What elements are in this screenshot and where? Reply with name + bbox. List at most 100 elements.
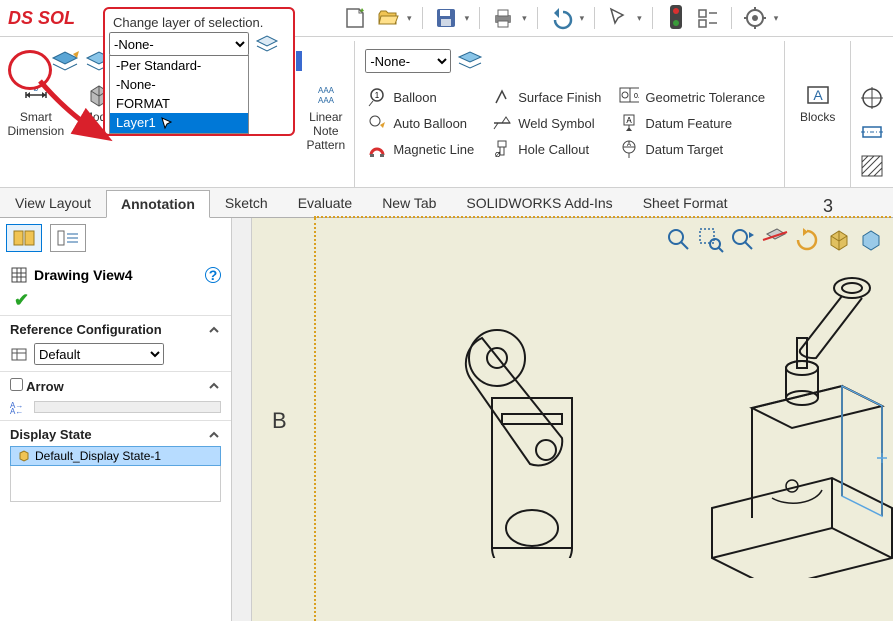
print-button[interactable]: [490, 5, 516, 31]
collapse-icon[interactable]: [207, 428, 221, 442]
ribbon-tabstrip: View Layout Annotation Sketch Evaluate N…: [0, 188, 893, 218]
svg-text:ø: ø: [33, 84, 38, 93]
weld-symbol-button[interactable]: Weld Symbol: [488, 111, 605, 135]
layer-move-icon[interactable]: [255, 34, 279, 54]
drawing-canvas[interactable]: B: [252, 218, 893, 621]
svg-text:AAA: AAA: [318, 86, 335, 95]
layer-select[interactable]: -None-: [109, 32, 249, 56]
zoom-prev-icon[interactable]: [729, 226, 757, 254]
centermark-icon[interactable]: [859, 85, 885, 111]
select-button[interactable]: [605, 5, 631, 31]
layer-item-format[interactable]: FORMAT: [110, 94, 248, 113]
zoom-area-icon[interactable]: [697, 226, 725, 254]
display-mode-icon[interactable]: [825, 226, 853, 254]
ribbon-col-datum: 0.3Geometric Tolerance ADatum Feature AD…: [615, 85, 769, 161]
centerline-icon[interactable]: [859, 119, 885, 145]
svg-text:0.3: 0.3: [634, 93, 639, 100]
layer-top-select[interactable]: -None-: [365, 49, 451, 73]
view-toolbar: [665, 226, 885, 254]
pm-tab-main[interactable]: [6, 224, 42, 252]
tab-sketch[interactable]: Sketch: [210, 189, 283, 217]
undo-button[interactable]: [548, 5, 574, 31]
layer-item-layer1[interactable]: Layer1: [110, 113, 248, 133]
config-select[interactable]: Default: [34, 343, 164, 365]
linear-note-pattern-button[interactable]: AAAAAA LinearNotePattern: [301, 79, 351, 154]
side-scrollbar[interactable]: [232, 218, 252, 621]
blocks-button[interactable]: A Blocks: [793, 79, 843, 127]
help-icon[interactable]: ?: [205, 267, 221, 283]
open-button[interactable]: [375, 5, 401, 31]
arrow-checkbox[interactable]: [10, 378, 23, 391]
smart-dimension-button[interactable]: ø SmartDimension: [3, 79, 68, 141]
pm-arrow: Arrow A→A←: [0, 371, 231, 420]
pm-tab-list[interactable]: [50, 224, 86, 252]
surface-finish-button[interactable]: Surface Finish: [488, 85, 605, 109]
app-logo: DS SOL: [8, 8, 75, 29]
collapse-icon[interactable]: [207, 323, 221, 337]
tab-annotation[interactable]: Annotation: [106, 190, 210, 218]
geometric-tolerance-button[interactable]: 0.3Geometric Tolerance: [615, 85, 769, 109]
datum-target-button[interactable]: ADatum Target: [615, 137, 769, 161]
hole-callout-button[interactable]: ØHole Callout: [488, 137, 605, 161]
arrow-header: Arrow: [26, 379, 64, 394]
hatch-icon[interactable]: [859, 153, 885, 179]
traffic-icon[interactable]: [663, 5, 689, 31]
svg-text:AAA: AAA: [318, 96, 335, 105]
display-state-icon: [17, 449, 31, 463]
arrow-dir-icon: A→A←: [10, 400, 28, 414]
display-state-list[interactable]: [10, 466, 221, 502]
collapse-icon[interactable]: [207, 379, 221, 393]
blocks-label: Blocks: [800, 111, 835, 125]
content-area: Drawing View4 ? ✔ Reference Configuratio…: [0, 218, 893, 621]
svg-text:A: A: [627, 116, 633, 125]
property-manager: Drawing View4 ? ✔ Reference Configuratio…: [0, 218, 232, 621]
auto-balloon-button[interactable]: Auto Balloon: [363, 111, 478, 135]
ribbon-group-misc: [851, 41, 893, 187]
rotate-view-icon[interactable]: [793, 226, 821, 254]
save-button[interactable]: [433, 5, 459, 31]
ribbon-group-annotations: -None- 1Balloon Auto Balloon Magnetic Li…: [355, 41, 785, 187]
layer-select-list: -Per Standard- -None- FORMAT Layer1: [109, 55, 249, 134]
shaded-icon[interactable]: [857, 226, 885, 254]
layer-item-per-standard[interactable]: -Per Standard-: [110, 56, 248, 75]
quick-access-toolbar: ▾ ▾ ▾ ▾ ▾ ▾: [343, 5, 778, 31]
arrow-input[interactable]: [34, 401, 221, 413]
sheet-border-left: [314, 218, 316, 621]
tab-evaluate[interactable]: Evaluate: [283, 189, 367, 217]
options-button[interactable]: [695, 5, 721, 31]
layer-stack-icon[interactable]: [457, 50, 483, 72]
layer-dropdown-tooltip: Change layer of selection.: [109, 13, 289, 32]
magnetic-line-button[interactable]: Magnetic Line: [363, 137, 478, 161]
config-icon: [10, 345, 28, 363]
tab-view-layout[interactable]: View Layout: [0, 189, 106, 217]
drawing-view-iso: [692, 268, 893, 578]
row-b-label: B: [272, 408, 287, 434]
pm-title-row: Drawing View4 ?: [0, 258, 231, 286]
sheet-column-number: 3: [763, 196, 893, 217]
drawing-view-front: [442, 318, 612, 558]
tab-sheet-format[interactable]: Sheet Format: [628, 189, 743, 217]
ok-icon[interactable]: ✔: [10, 290, 29, 310]
svg-text:A: A: [813, 87, 823, 103]
tab-solidworks-addins[interactable]: SOLIDWORKS Add-Ins: [451, 189, 627, 217]
display-state-selected[interactable]: Default_Display State-1: [10, 446, 221, 466]
cursor-icon: [161, 117, 173, 131]
section-view-icon[interactable]: [761, 226, 789, 254]
pm-ref-config: Reference Configuration Default: [0, 315, 231, 371]
balloon-button[interactable]: 1Balloon: [363, 85, 478, 109]
sheet-border-top: [314, 216, 893, 218]
settings-button[interactable]: [742, 5, 768, 31]
tab-new-tab[interactable]: New Tab: [367, 189, 451, 217]
svg-text:Ø: Ø: [495, 152, 501, 159]
datum-feature-button[interactable]: ADatum Feature: [615, 111, 769, 135]
ribbon-group-blocks: A Blocks: [785, 41, 851, 187]
linear-note-pattern-label: LinearNotePattern: [307, 111, 346, 152]
zoom-fit-icon[interactable]: [665, 226, 693, 254]
svg-text:A: A: [627, 142, 631, 148]
layer-toolbar-icon[interactable]: [51, 50, 79, 72]
ref-config-header: Reference Configuration: [10, 322, 162, 337]
layer-item-none[interactable]: -None-: [110, 75, 248, 94]
ribbon-col-balloon: 1Balloon Auto Balloon Magnetic Line: [363, 85, 478, 161]
ribbon-col-surface: Surface Finish Weld Symbol ØHole Callout: [488, 85, 605, 161]
new-button[interactable]: [343, 5, 369, 31]
